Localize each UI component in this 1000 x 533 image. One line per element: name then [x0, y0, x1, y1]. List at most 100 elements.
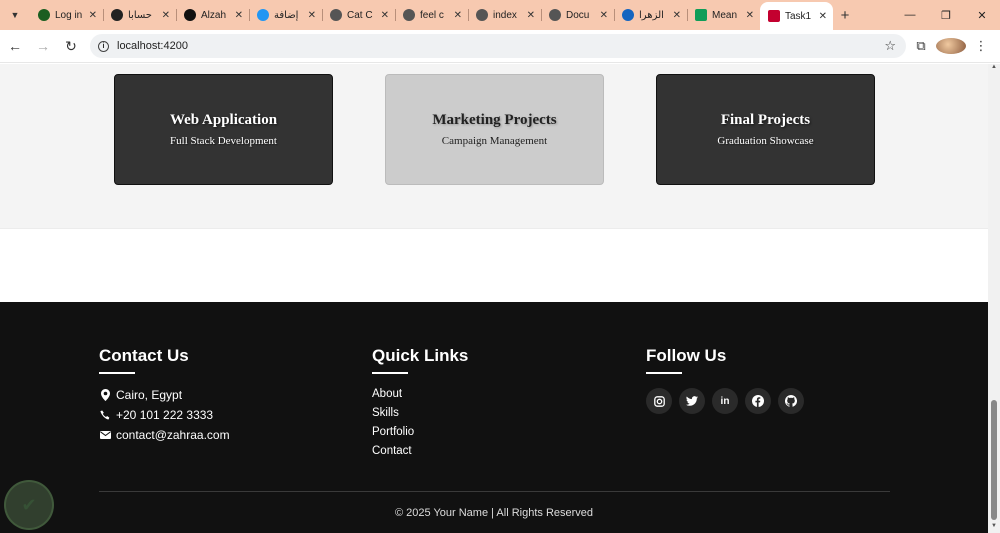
close-icon[interactable]: ✕: [746, 10, 754, 21]
profile-button[interactable]: [936, 38, 966, 54]
facebook-icon[interactable]: [745, 388, 771, 414]
globe-icon: [403, 9, 415, 21]
close-icon[interactable]: ✕: [819, 11, 827, 22]
sheets-icon: [695, 9, 707, 21]
browser-tab[interactable]: feel c ✕: [395, 0, 468, 30]
restore-icon[interactable]: ❐: [928, 0, 964, 30]
close-icon[interactable]: ✕: [235, 10, 243, 21]
close-icon[interactable]: ✕: [89, 10, 97, 21]
globe-icon: [476, 9, 488, 21]
project-card[interactable]: Marketing Projects Campaign Management: [385, 74, 604, 185]
back-button[interactable]: ←: [2, 33, 28, 59]
angular-icon: [768, 10, 780, 22]
browser-tab[interactable]: الزهرا ✕: [614, 0, 687, 30]
heading-underline: [99, 372, 135, 374]
close-icon[interactable]: ✕: [308, 10, 316, 21]
location-pin-icon: [99, 389, 111, 401]
linkedin-icon[interactable]: in: [712, 388, 738, 414]
heading-underline: [372, 372, 408, 374]
browser-tab-active[interactable]: Task1 ✕: [760, 2, 833, 30]
footer-link-skills[interactable]: Skills: [372, 407, 468, 421]
contact-location: Cairo, Egypt: [99, 388, 230, 402]
follow-heading: Follow Us: [646, 346, 727, 365]
contact-column: Contact Us Cairo, Egypt +20 101 222 3333…: [99, 346, 230, 448]
quick-links-heading: Quick Links: [372, 346, 469, 365]
contact-email: contact@zahraa.com: [99, 428, 230, 442]
browser-tab[interactable]: Docu ✕: [541, 0, 614, 30]
phone-icon: [99, 410, 111, 421]
footer-link-about[interactable]: About: [372, 388, 468, 402]
tab-favicon-icon: [257, 9, 269, 21]
close-icon[interactable]: ✕: [527, 10, 535, 21]
social-links: in: [646, 388, 804, 414]
browser-tab[interactable]: إضافة ✕: [249, 0, 322, 30]
tab-strip: ▼ Log in ✕ حسابا ✕ Alzah ✕ إضافة ✕ Cat C ✕ fe…: [0, 0, 1000, 30]
close-icon[interactable]: ✕: [600, 10, 608, 21]
browser-tab[interactable]: Mean ✕: [687, 0, 760, 30]
globe-icon: [549, 9, 561, 21]
address-bar[interactable]: i localhost:4200 ☆: [90, 34, 906, 58]
project-card-subtitle: Graduation Showcase: [717, 135, 814, 147]
browser-tab[interactable]: Cat C ✕: [322, 0, 395, 30]
site-info-icon[interactable]: i: [98, 40, 109, 52]
close-icon[interactable]: ✕: [162, 10, 170, 21]
tab-favicon-icon: [38, 9, 50, 21]
projects-section: Web Application Full Stack Development M…: [0, 64, 988, 228]
project-card-subtitle: Campaign Management: [441, 135, 548, 147]
site-footer: Contact Us Cairo, Egypt +20 101 222 3333…: [0, 302, 988, 533]
browser-toolbar: ← → ↻ i localhost:4200 ☆ ⧉ ⋮: [0, 30, 1000, 63]
project-card-subtitle: Full Stack Development: [170, 135, 277, 147]
project-card[interactable]: Web Application Full Stack Development: [114, 74, 333, 185]
tab-favicon-icon: [622, 9, 634, 21]
browser-tab[interactable]: Alzah ✕: [176, 0, 249, 30]
scrollbar-thumb[interactable]: [991, 400, 997, 520]
page-scrollbar[interactable]: ▲ ▼: [988, 64, 1000, 533]
browser-tab[interactable]: حسابا ✕: [103, 0, 176, 30]
window-controls: — ❐ ✕: [892, 0, 1000, 30]
project-card-title: Marketing Projects: [432, 112, 557, 128]
tab-search-button[interactable]: ▼: [6, 6, 24, 24]
close-window-icon[interactable]: ✕: [964, 0, 1000, 30]
browser-tab[interactable]: index ✕: [468, 0, 541, 30]
project-card-title: Final Projects: [720, 112, 811, 128]
github-icon[interactable]: [778, 388, 804, 414]
blank-section: [0, 228, 988, 302]
contact-heading: Contact Us: [99, 346, 189, 365]
close-icon[interactable]: ✕: [673, 10, 681, 21]
twitter-icon[interactable]: [679, 388, 705, 414]
project-card[interactable]: Final Projects Graduation Showcase: [656, 74, 875, 185]
close-icon[interactable]: ✕: [381, 10, 389, 21]
scroll-up-arrow-icon[interactable]: ▲: [988, 64, 1000, 74]
project-card-title: Web Application: [169, 112, 278, 128]
watermark-logo: ✔: [4, 480, 54, 530]
reload-button[interactable]: ↻: [58, 33, 84, 59]
footer-link-portfolio[interactable]: Portfolio: [372, 426, 468, 440]
footer-divider: [99, 491, 890, 492]
arrow-left-icon: ←: [8, 38, 22, 54]
url-text: localhost:4200: [117, 40, 188, 52]
arrow-right-icon: →: [36, 38, 50, 54]
heading-underline: [646, 372, 682, 374]
tab-favicon-icon: [111, 9, 123, 21]
menu-kebab-icon[interactable]: ⋮: [966, 38, 996, 54]
close-icon[interactable]: ✕: [454, 10, 462, 21]
minimize-icon[interactable]: —: [892, 0, 928, 30]
browser-tab[interactable]: Log in ✕: [30, 0, 103, 30]
new-tab-button[interactable]: +: [833, 7, 857, 24]
scroll-down-arrow-icon[interactable]: ▼: [988, 523, 1000, 533]
envelope-icon: [99, 431, 111, 439]
contact-phone: +20 101 222 3333: [99, 408, 230, 422]
tab-favicon-icon: [184, 9, 196, 21]
globe-icon: [330, 9, 342, 21]
bookmark-star-icon[interactable]: ☆: [884, 38, 896, 54]
copyright-text: © 2025 Your Name | All Rights Reserved: [394, 507, 594, 519]
page-viewport: Web Application Full Stack Development M…: [0, 64, 988, 533]
extensions-icon[interactable]: ⧉: [906, 38, 936, 54]
quick-links-column: Quick Links About Skills Portfolio Conta…: [372, 346, 468, 464]
reload-icon: ↻: [65, 37, 77, 54]
instagram-icon[interactable]: [646, 388, 672, 414]
avatar: [936, 38, 966, 54]
follow-column: Follow Us in: [646, 346, 804, 414]
footer-link-contact[interactable]: Contact: [372, 445, 468, 459]
forward-button[interactable]: →: [30, 33, 56, 59]
